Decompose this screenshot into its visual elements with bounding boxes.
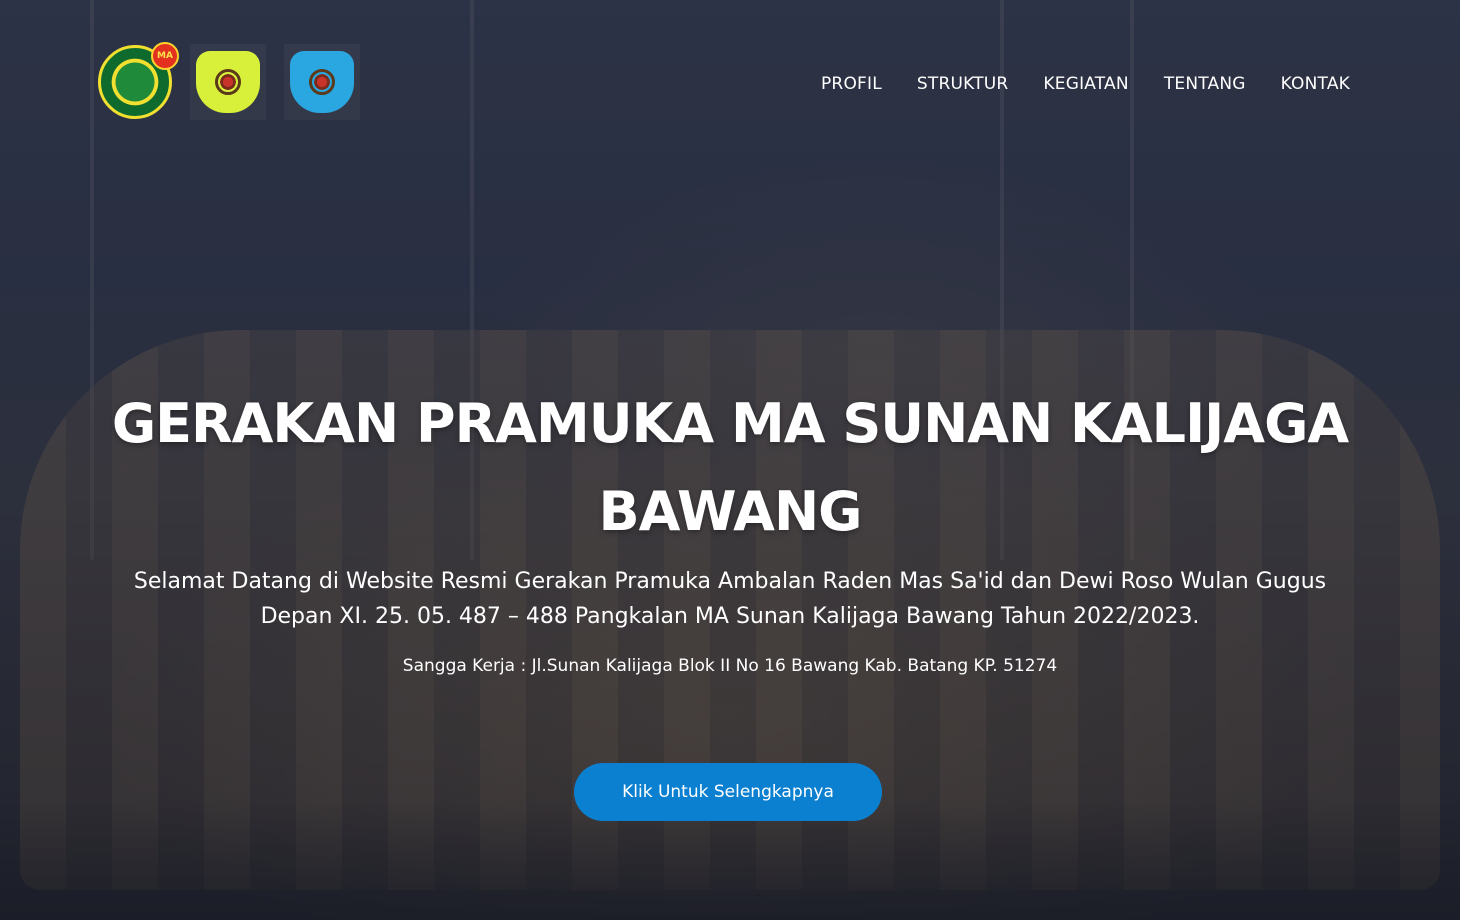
main-nav: PROFIL STRUKTUR KEGIATAN TENTANG KONTAK [821, 72, 1350, 96]
hero-address: Sangga Kerja : Jl.Sunan Kalijaga Blok II… [402, 656, 1058, 676]
nav-struktur[interactable]: STRUKTUR [917, 72, 1009, 96]
hero-subtitle: Selamat Datang di Website Resmi Gerakan … [133, 569, 1327, 629]
hero-title: GERAKAN PRAMUKA MA SUNAN KALIJAGA BAWANG [111, 392, 1349, 543]
ma-plus-badge: MA [151, 42, 179, 70]
tunas-kelapa-emblem-icon [309, 69, 335, 95]
madrasah-logo[interactable]: MA [98, 42, 179, 119]
ambalan-logo-green[interactable] [190, 44, 266, 120]
hero-content: GERAKAN PRAMUKA MA SUNAN KALIJAGA BAWANG… [0, 380, 1460, 678]
nav-kegiatan[interactable]: KEGIATAN [1043, 72, 1128, 96]
nav-tentang[interactable]: TENTANG [1164, 72, 1246, 96]
logo-group: MA [98, 42, 360, 120]
more-info-button[interactable]: Klik Untuk Selengkapnya [574, 763, 882, 821]
site-header: MA PROFIL STRUKTUR KEGIATAN TENTANG KONT… [0, 0, 1460, 170]
nav-profil[interactable]: PROFIL [821, 72, 882, 96]
hero-section: MA PROFIL STRUKTUR KEGIATAN TENTANG KONT… [0, 0, 1460, 920]
tunas-kelapa-emblem-icon [215, 69, 241, 95]
nav-kontak[interactable]: KONTAK [1281, 72, 1350, 96]
ambalan-logo-blue[interactable] [284, 44, 360, 120]
